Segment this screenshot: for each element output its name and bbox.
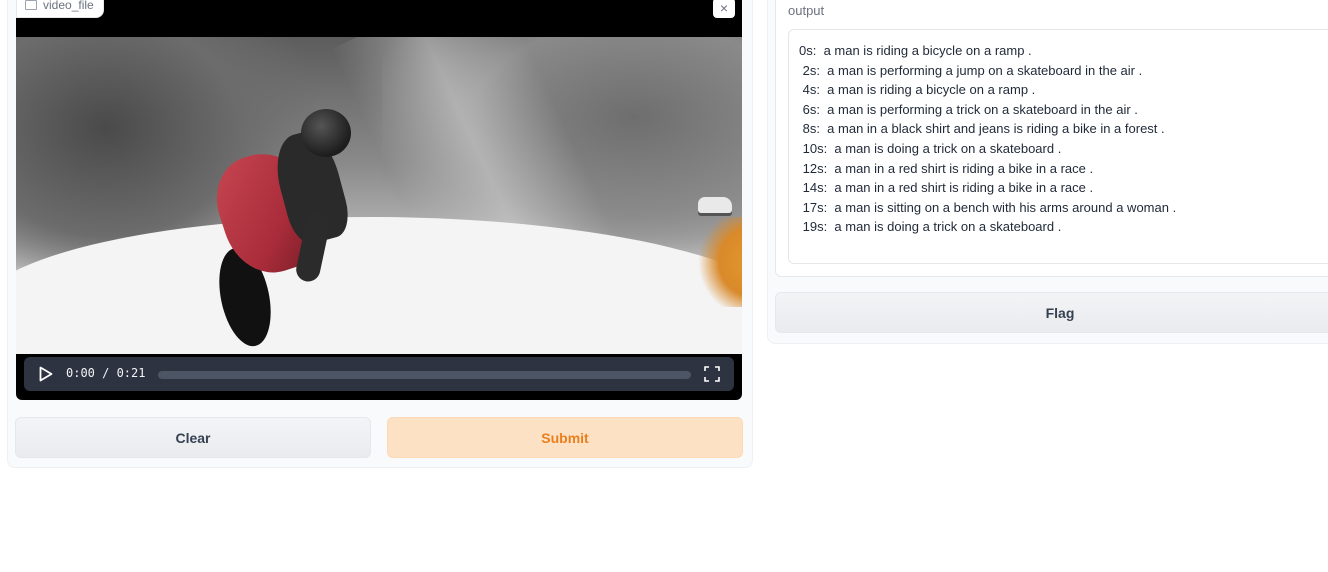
output-line: 4s: a man is riding a bicycle on a ramp …	[799, 82, 1036, 98]
output-line: 10s: a man is doing a trick on a skatebo…	[799, 140, 1062, 156]
output-line: 14s: a man in a red shirt is riding a bi…	[799, 180, 1094, 196]
output-line: 0s: a man is riding a bicycle on a ramp …	[799, 43, 1032, 58]
video-controls: 0:00 / 0:21	[24, 357, 734, 391]
input-label: video_file	[16, 0, 104, 18]
video-file-icon	[25, 0, 37, 10]
output-line: 12s: a man in a red shirt is riding a bi…	[799, 160, 1094, 176]
flag-button[interactable]: Flag	[775, 292, 1328, 333]
clear-button[interactable]: Clear	[15, 417, 371, 458]
time-display: 0:00 / 0:21	[66, 366, 146, 380]
fullscreen-icon[interactable]	[704, 366, 720, 382]
output-line: 8s: a man in a black shirt and jeans is …	[799, 121, 1165, 137]
video-frame[interactable]	[16, 37, 742, 354]
output-line: 2s: a man is performing a jump on a skat…	[799, 62, 1143, 78]
play-icon[interactable]	[36, 365, 54, 383]
output-textbox[interactable]: 0s: a man is riding a bicycle on a ramp …	[788, 29, 1328, 264]
output-label: output	[788, 3, 825, 18]
submit-button[interactable]: Submit	[387, 417, 743, 458]
video-scene-grass	[691, 217, 742, 307]
video-scene-car	[698, 197, 732, 213]
input-label-text: video_file	[43, 0, 94, 12]
video-progress-bar[interactable]	[158, 371, 691, 379]
clear-video-button[interactable]: ×	[713, 0, 735, 18]
output-line: 6s: a man is performing a trick on a ska…	[799, 101, 1138, 117]
output-line: 17s: a man is sitting on a bench with hi…	[799, 199, 1177, 215]
video-scene-helmet	[301, 109, 351, 157]
output-line: 19s: a man is doing a trick on a skatebo…	[799, 219, 1062, 235]
